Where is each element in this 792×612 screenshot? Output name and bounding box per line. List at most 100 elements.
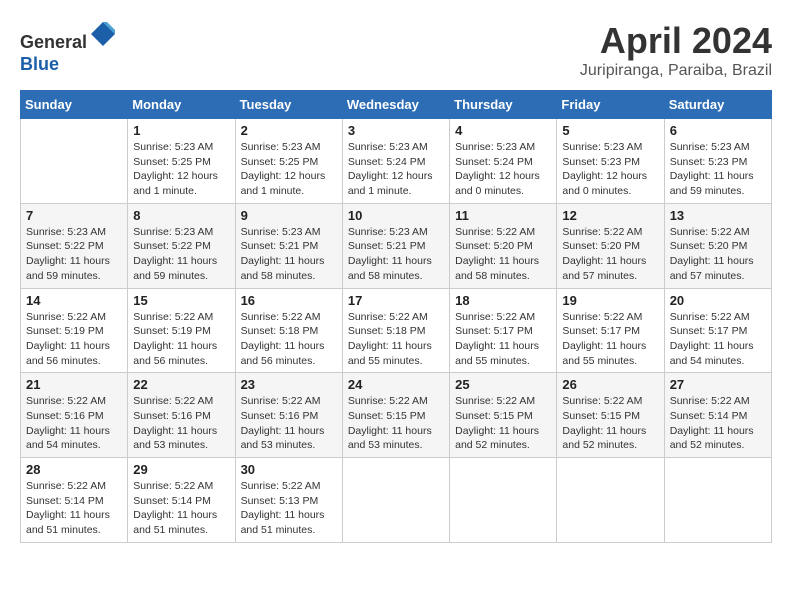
day-number: 29 bbox=[133, 462, 229, 477]
day-number: 3 bbox=[348, 123, 444, 138]
day-info: Sunrise: 5:22 AM Sunset: 5:13 PM Dayligh… bbox=[241, 479, 337, 538]
day-info: Sunrise: 5:22 AM Sunset: 5:19 PM Dayligh… bbox=[26, 310, 122, 369]
day-number: 24 bbox=[348, 377, 444, 392]
day-number: 4 bbox=[455, 123, 551, 138]
calendar-cell: 17 Sunrise: 5:22 AM Sunset: 5:18 PM Dayli… bbox=[342, 288, 449, 373]
day-number: 15 bbox=[133, 293, 229, 308]
calendar-cell: 11 Sunrise: 5:22 AM Sunset: 5:20 PM Dayli… bbox=[450, 203, 557, 288]
calendar-cell: 19Sunrise: 5:22 AM Sunset: 5:17 PM Dayli… bbox=[557, 288, 664, 373]
day-info: Sunrise: 5:22 AM Sunset: 5:16 PM Dayligh… bbox=[241, 394, 337, 453]
calendar-cell: 6Sunrise: 5:23 AM Sunset: 5:23 PM Daylig… bbox=[664, 119, 771, 204]
day-number: 16 bbox=[241, 293, 337, 308]
calendar-cell: 8 Sunrise: 5:23 AM Sunset: 5:22 PM Daylig… bbox=[128, 203, 235, 288]
col-header-saturday: Saturday bbox=[664, 91, 771, 119]
day-info: Sunrise: 5:23 AM Sunset: 5:23 PM Dayligh… bbox=[562, 140, 658, 199]
day-number: 30 bbox=[241, 462, 337, 477]
calendar-cell: 4 Sunrise: 5:23 AM Sunset: 5:24 PM Daylig… bbox=[450, 119, 557, 204]
day-number: 6 bbox=[670, 123, 766, 138]
calendar-cell: 10 Sunrise: 5:23 AM Sunset: 5:21 PM Dayli… bbox=[342, 203, 449, 288]
day-info: Sunrise: 5:22 AM Sunset: 5:20 PM Dayligh… bbox=[562, 225, 658, 284]
calendar-cell: 21 Sunrise: 5:22 AM Sunset: 5:16 PM Dayli… bbox=[21, 373, 128, 458]
day-info: Sunrise: 5:23 AM Sunset: 5:24 PM Dayligh… bbox=[348, 140, 444, 199]
calendar-cell: 16 Sunrise: 5:22 AM Sunset: 5:18 PM Dayli… bbox=[235, 288, 342, 373]
day-info: Sunrise: 5:22 AM Sunset: 5:16 PM Dayligh… bbox=[133, 394, 229, 453]
day-number: 26 bbox=[562, 377, 658, 392]
day-info: Sunrise: 5:22 AM Sunset: 5:14 PM Dayligh… bbox=[26, 479, 122, 538]
calendar-cell bbox=[342, 458, 449, 543]
calendar-cell: 13 Sunrise: 5:22 AM Sunset: 5:20 PM Dayli… bbox=[664, 203, 771, 288]
calendar-cell: 24 Sunrise: 5:22 AM Sunset: 5:15 PM Dayli… bbox=[342, 373, 449, 458]
day-number: 28 bbox=[26, 462, 122, 477]
calendar-cell: 26 Sunrise: 5:22 AM Sunset: 5:15 PM Dayli… bbox=[557, 373, 664, 458]
calendar-cell: 12Sunrise: 5:22 AM Sunset: 5:20 PM Dayli… bbox=[557, 203, 664, 288]
day-info: Sunrise: 5:23 AM Sunset: 5:21 PM Dayligh… bbox=[348, 225, 444, 284]
day-info: Sunrise: 5:23 AM Sunset: 5:24 PM Dayligh… bbox=[455, 140, 551, 199]
day-number: 13 bbox=[670, 208, 766, 223]
day-number: 22 bbox=[133, 377, 229, 392]
calendar-cell: 2 Sunrise: 5:23 AM Sunset: 5:25 PM Daylig… bbox=[235, 119, 342, 204]
calendar-cell: 20 Sunrise: 5:22 AM Sunset: 5:17 PM Dayli… bbox=[664, 288, 771, 373]
day-number: 19 bbox=[562, 293, 658, 308]
day-number: 14 bbox=[26, 293, 122, 308]
page-header: General Blue April 2024 Juripiranga, Par… bbox=[20, 20, 772, 80]
day-number: 8 bbox=[133, 208, 229, 223]
calendar-cell: 28 Sunrise: 5:22 AM Sunset: 5:14 PM Dayli… bbox=[21, 458, 128, 543]
calendar-cell: 5Sunrise: 5:23 AM Sunset: 5:23 PM Daylig… bbox=[557, 119, 664, 204]
day-info: Sunrise: 5:22 AM Sunset: 5:18 PM Dayligh… bbox=[241, 310, 337, 369]
day-info: Sunrise: 5:23 AM Sunset: 5:25 PM Dayligh… bbox=[133, 140, 229, 199]
day-number: 10 bbox=[348, 208, 444, 223]
calendar-cell bbox=[21, 119, 128, 204]
calendar-cell: 15 Sunrise: 5:22 AM Sunset: 5:19 PM Dayli… bbox=[128, 288, 235, 373]
day-number: 27 bbox=[670, 377, 766, 392]
day-info: Sunrise: 5:22 AM Sunset: 5:18 PM Dayligh… bbox=[348, 310, 444, 369]
calendar-cell: 27 Sunrise: 5:22 AM Sunset: 5:14 PM Dayli… bbox=[664, 373, 771, 458]
month-title: April 2024 bbox=[580, 20, 772, 62]
calendar-table: SundayMondayTuesdayWednesdayThursdayFrid… bbox=[20, 90, 772, 543]
day-info: Sunrise: 5:23 AM Sunset: 5:25 PM Dayligh… bbox=[241, 140, 337, 199]
day-info: Sunrise: 5:22 AM Sunset: 5:15 PM Dayligh… bbox=[348, 394, 444, 453]
day-number: 17 bbox=[348, 293, 444, 308]
calendar-cell: 22 Sunrise: 5:22 AM Sunset: 5:16 PM Dayli… bbox=[128, 373, 235, 458]
calendar-cell: 23 Sunrise: 5:22 AM Sunset: 5:16 PM Dayli… bbox=[235, 373, 342, 458]
day-number: 7 bbox=[26, 208, 122, 223]
col-header-sunday: Sunday bbox=[21, 91, 128, 119]
day-number: 11 bbox=[455, 208, 551, 223]
day-info: Sunrise: 5:22 AM Sunset: 5:17 PM Dayligh… bbox=[455, 310, 551, 369]
day-number: 18 bbox=[455, 293, 551, 308]
day-number: 20 bbox=[670, 293, 766, 308]
calendar-cell: 1 Sunrise: 5:23 AM Sunset: 5:25 PM Daylig… bbox=[128, 119, 235, 204]
col-header-monday: Monday bbox=[128, 91, 235, 119]
calendar-cell bbox=[450, 458, 557, 543]
calendar-cell: 3 Sunrise: 5:23 AM Sunset: 5:24 PM Daylig… bbox=[342, 119, 449, 204]
day-info: Sunrise: 5:22 AM Sunset: 5:20 PM Dayligh… bbox=[670, 225, 766, 284]
day-number: 9 bbox=[241, 208, 337, 223]
location: Juripiranga, Paraiba, Brazil bbox=[580, 62, 772, 80]
col-header-wednesday: Wednesday bbox=[342, 91, 449, 119]
col-header-tuesday: Tuesday bbox=[235, 91, 342, 119]
day-number: 25 bbox=[455, 377, 551, 392]
day-info: Sunrise: 5:22 AM Sunset: 5:17 PM Dayligh… bbox=[670, 310, 766, 369]
calendar-cell: 9 Sunrise: 5:23 AM Sunset: 5:21 PM Daylig… bbox=[235, 203, 342, 288]
day-info: Sunrise: 5:22 AM Sunset: 5:15 PM Dayligh… bbox=[455, 394, 551, 453]
logo-icon bbox=[89, 20, 117, 48]
col-header-friday: Friday bbox=[557, 91, 664, 119]
calendar-cell bbox=[557, 458, 664, 543]
calendar-cell: 18 Sunrise: 5:22 AM Sunset: 5:17 PM Dayli… bbox=[450, 288, 557, 373]
col-header-thursday: Thursday bbox=[450, 91, 557, 119]
calendar-cell: 7 Sunrise: 5:23 AM Sunset: 5:22 PM Daylig… bbox=[21, 203, 128, 288]
day-number: 1 bbox=[133, 123, 229, 138]
day-info: Sunrise: 5:22 AM Sunset: 5:15 PM Dayligh… bbox=[562, 394, 658, 453]
day-info: Sunrise: 5:23 AM Sunset: 5:22 PM Dayligh… bbox=[26, 225, 122, 284]
day-info: Sunrise: 5:23 AM Sunset: 5:22 PM Dayligh… bbox=[133, 225, 229, 284]
day-info: Sunrise: 5:22 AM Sunset: 5:14 PM Dayligh… bbox=[670, 394, 766, 453]
logo: General Blue bbox=[20, 20, 117, 75]
day-number: 23 bbox=[241, 377, 337, 392]
calendar-cell: 14 Sunrise: 5:22 AM Sunset: 5:19 PM Dayli… bbox=[21, 288, 128, 373]
logo-blue: Blue bbox=[20, 54, 59, 74]
day-info: Sunrise: 5:22 AM Sunset: 5:20 PM Dayligh… bbox=[455, 225, 551, 284]
day-number: 21 bbox=[26, 377, 122, 392]
day-info: Sunrise: 5:22 AM Sunset: 5:19 PM Dayligh… bbox=[133, 310, 229, 369]
day-info: Sunrise: 5:23 AM Sunset: 5:21 PM Dayligh… bbox=[241, 225, 337, 284]
day-info: Sunrise: 5:22 AM Sunset: 5:16 PM Dayligh… bbox=[26, 394, 122, 453]
day-number: 2 bbox=[241, 123, 337, 138]
